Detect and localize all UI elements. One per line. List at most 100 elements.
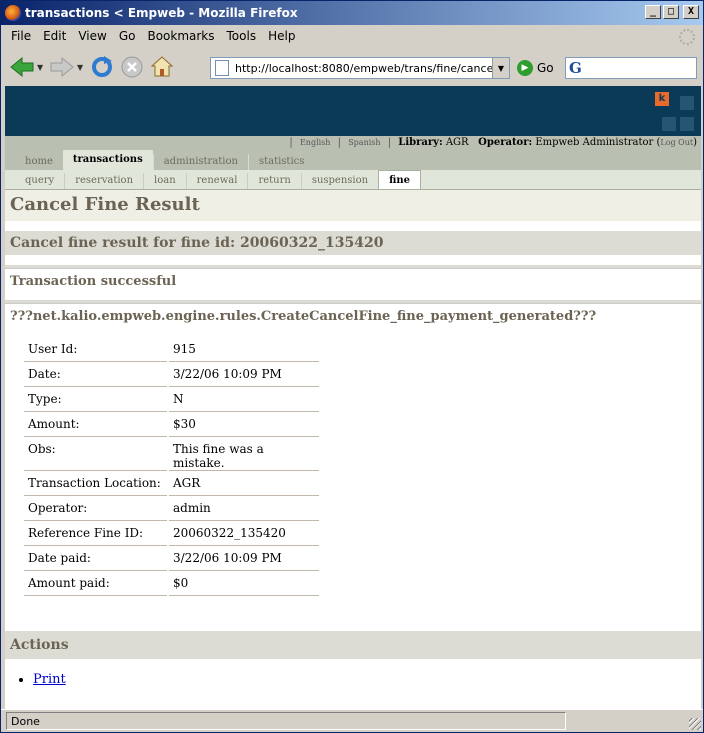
logout-link[interactable]: Log Out	[660, 138, 693, 147]
page-icon	[215, 60, 229, 76]
back-button[interactable]	[7, 52, 37, 82]
detail-label: Date:	[24, 364, 167, 387]
status-bar: Done	[1, 709, 703, 732]
reload-icon	[92, 56, 112, 77]
table-row: Date paid: 3/22/06 10:09 PM	[24, 548, 319, 571]
firefox-icon	[5, 5, 21, 21]
operator-value: Empweb Administrator	[535, 137, 654, 148]
site-banner: k	[5, 86, 701, 136]
window-title: transactions < Empweb - Mozilla Firefox	[25, 6, 298, 20]
reload-button[interactable]	[87, 52, 117, 82]
go-arrow-icon: ▶	[517, 60, 533, 76]
session-info-bar: | English | Spanish | Library: AGR Opera…	[5, 136, 701, 150]
detail-label: Amount paid:	[24, 573, 167, 596]
table-row: Type: N	[24, 389, 319, 412]
status-text: Done	[6, 712, 566, 730]
table-row: Reference Fine ID: 20060322_135420	[24, 523, 319, 546]
fine-details-table: User Id: 915 Date: 3/22/06 10:09 PM Type: N…	[22, 337, 321, 598]
result-subtitle: Cancel fine result for fine id: 20060322…	[5, 231, 701, 255]
menu-view[interactable]: View	[72, 29, 112, 43]
detail-value: $0	[169, 573, 319, 596]
tab-reservation[interactable]: reservation	[64, 173, 143, 189]
tab-query[interactable]: query	[15, 173, 64, 189]
maximize-button[interactable]: □	[663, 5, 679, 19]
menu-bar: File Edit View Go Bookmarks Tools Help	[1, 25, 703, 47]
menu-file[interactable]: File	[5, 29, 37, 43]
list-item: Print	[33, 672, 66, 687]
tab-transactions[interactable]: transactions	[62, 150, 153, 170]
forward-history-dropdown[interactable]: ▼	[77, 63, 87, 72]
forward-button[interactable]	[47, 52, 77, 82]
table-row: User Id: 915	[24, 339, 319, 362]
tab-home[interactable]: home	[15, 154, 63, 170]
detail-value: 3/22/06 10:09 PM	[169, 548, 319, 571]
kalio-logo-icon: k	[655, 92, 669, 106]
detail-label: Amount:	[24, 414, 167, 437]
tab-fine[interactable]: fine	[378, 170, 421, 189]
actions-list: Print	[33, 672, 66, 687]
minimize-button[interactable]: _	[645, 5, 661, 19]
logo-square	[680, 117, 694, 131]
search-box[interactable]: G	[565, 57, 697, 79]
menu-go[interactable]: Go	[113, 29, 142, 43]
menu-tools[interactable]: Tools	[221, 29, 263, 43]
home-icon	[150, 56, 174, 77]
lang-spanish-link[interactable]: Spanish	[348, 138, 380, 147]
detail-label: Transaction Location:	[24, 473, 167, 496]
back-history-dropdown[interactable]: ▼	[37, 63, 47, 72]
close-button[interactable]: X	[683, 5, 699, 19]
go-button[interactable]: ▶ Go	[517, 60, 554, 76]
tab-statistics[interactable]: statistics	[247, 154, 314, 170]
detail-label: Type:	[24, 389, 167, 412]
operator-label: Operator:	[478, 137, 533, 148]
back-arrow-icon	[10, 56, 34, 78]
print-link[interactable]: Print	[33, 672, 66, 687]
url-dropdown-button[interactable]: ▼	[492, 58, 509, 78]
table-row: Date: 3/22/06 10:09 PM	[24, 364, 319, 387]
google-search-icon[interactable]: G	[569, 59, 582, 77]
menu-edit[interactable]: Edit	[37, 29, 72, 43]
rule-message: ???net.kalio.empweb.engine.rules.CreateC…	[5, 303, 701, 337]
stop-button[interactable]	[117, 52, 147, 82]
home-button[interactable]	[147, 52, 177, 82]
throbber-icon	[679, 29, 695, 45]
menu-help[interactable]: Help	[262, 29, 301, 43]
table-row: Obs: This fine was a mistake.	[24, 439, 319, 471]
lang-english-link[interactable]: English	[300, 138, 331, 147]
tab-administration[interactable]: administration	[152, 154, 248, 170]
table-row: Amount paid: $0	[24, 573, 319, 596]
tab-loan[interactable]: loan	[143, 173, 186, 189]
detail-value: 3/22/06 10:09 PM	[169, 364, 319, 387]
page-title: Cancel Fine Result	[5, 190, 701, 221]
tab-return[interactable]: return	[247, 173, 300, 189]
window-controls: _ □ X	[645, 5, 699, 19]
detail-label: Obs:	[24, 439, 167, 471]
detail-value: 20060322_135420	[169, 523, 319, 546]
tab-renewal[interactable]: renewal	[185, 173, 248, 189]
detail-value: This fine was a mistake.	[169, 439, 319, 471]
address-bar[interactable]: http://localhost:8080/empweb/trans/fine/…	[210, 57, 510, 79]
detail-label: Operator:	[24, 498, 167, 521]
go-label: Go	[537, 61, 554, 75]
detail-value: $30	[169, 414, 319, 437]
detail-label: Reference Fine ID:	[24, 523, 167, 546]
detail-value: admin	[169, 498, 319, 521]
library-label: Library:	[398, 137, 443, 148]
library-value: AGR	[445, 137, 469, 148]
primary-tabs: home transactions administration statist…	[5, 150, 701, 170]
resize-grip-icon[interactable]	[689, 718, 701, 730]
url-text[interactable]: http://localhost:8080/empweb/trans/fine/…	[235, 62, 492, 75]
actions-heading: Actions	[5, 631, 701, 659]
menu-bookmarks[interactable]: Bookmarks	[141, 29, 220, 43]
table-row: Transaction Location: AGR	[24, 473, 319, 496]
forward-arrow-icon	[50, 56, 74, 78]
title-bar: transactions < Empweb - Mozilla Firefox …	[1, 1, 703, 25]
detail-value: N	[169, 389, 319, 412]
secondary-tabs: query reservation loan renewal return su…	[5, 170, 701, 190]
detail-value: AGR	[169, 473, 319, 496]
logo-square	[662, 117, 676, 131]
page-content: k | English | Spanish | Library: AGR Ope…	[5, 86, 701, 709]
tab-suspension[interactable]: suspension	[300, 173, 378, 189]
browser-window: transactions < Empweb - Mozilla Firefox …	[0, 0, 704, 733]
table-row: Operator: admin	[24, 498, 319, 521]
